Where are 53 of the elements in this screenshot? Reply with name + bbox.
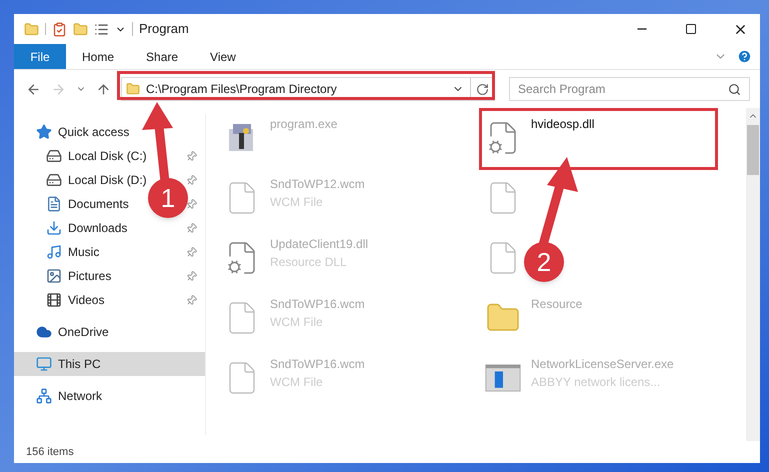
sidebar-label[interactable]: Local Disk (C:) <box>68 147 147 165</box>
window-title: Program <box>139 20 190 38</box>
cloud-icon <box>36 324 52 340</box>
sidebar-label[interactable]: Music <box>68 243 100 261</box>
document-icon <box>46 196 62 212</box>
address-path: C:\Program Files\Program Directory <box>146 81 337 98</box>
ribbon-tab[interactable]: Share <box>130 44 194 69</box>
sidebar-label[interactable]: Quick access <box>58 123 130 141</box>
sidebar-label[interactable]: Pictures <box>68 267 112 285</box>
scroll-thumb[interactable] <box>747 125 759 175</box>
ribbon-tab[interactable]: View <box>194 44 252 69</box>
ribbon-tab[interactable]: Home <box>66 44 130 69</box>
search-icon[interactable] <box>728 82 741 96</box>
search-field[interactable]: Search Program <box>509 77 750 101</box>
file-name: Resource <box>531 296 582 313</box>
properties-icon[interactable] <box>52 22 67 36</box>
maximize-icon[interactable] <box>685 23 697 35</box>
refresh-icon[interactable] <box>476 82 489 96</box>
file-name: NetworkLicenseServer.exe <box>531 356 674 373</box>
folder-icon <box>126 82 140 96</box>
file-name: program.exe <box>270 116 338 133</box>
help-icon[interactable] <box>737 49 752 64</box>
sidebar-label[interactable]: Local Disk (D:) <box>68 171 147 189</box>
file-name: SndToWP12.wcm <box>270 176 365 193</box>
network-icon <box>36 388 52 404</box>
up-icon[interactable] <box>96 82 111 96</box>
music-note-icon <box>46 244 62 260</box>
monitor-icon <box>36 356 52 372</box>
file-name: hvideosp.dll <box>531 116 594 133</box>
sidebar-label[interactable]: Downloads <box>68 219 128 237</box>
search-input[interactable]: Search Program <box>518 80 728 98</box>
sidebar-label[interactable]: Documents <box>68 195 129 213</box>
film-icon <box>46 292 62 308</box>
sidebar-label[interactable]: This PC <box>58 355 101 373</box>
sidebar-label[interactable]: Network <box>58 387 102 405</box>
drive-icon <box>46 172 62 188</box>
file-name: SndToWP16.wcm <box>270 356 365 373</box>
item-count: 156 items <box>26 444 74 460</box>
picture-icon <box>46 268 62 284</box>
back-icon[interactable] <box>26 82 41 96</box>
scrollbar[interactable] <box>746 108 760 441</box>
download-icon <box>46 220 62 236</box>
file-name: UpdateClient19.dll <box>270 236 368 253</box>
drive-icon <box>46 148 62 164</box>
file-name: SndToWP16.wcm <box>270 296 365 313</box>
address-bar[interactable]: C:\Program Files\Program Directory <box>121 77 495 101</box>
sidebar-label[interactable]: Videos <box>68 291 104 309</box>
star-icon <box>36 124 52 140</box>
list-icon[interactable] <box>94 22 109 36</box>
file-item[interactable]: hvideosp.dll <box>485 113 594 165</box>
file-tab[interactable]: File <box>14 44 66 69</box>
sidebar-item[interactable]: This PC <box>14 352 205 376</box>
sidebar-label[interactable]: OneDrive <box>58 323 109 341</box>
